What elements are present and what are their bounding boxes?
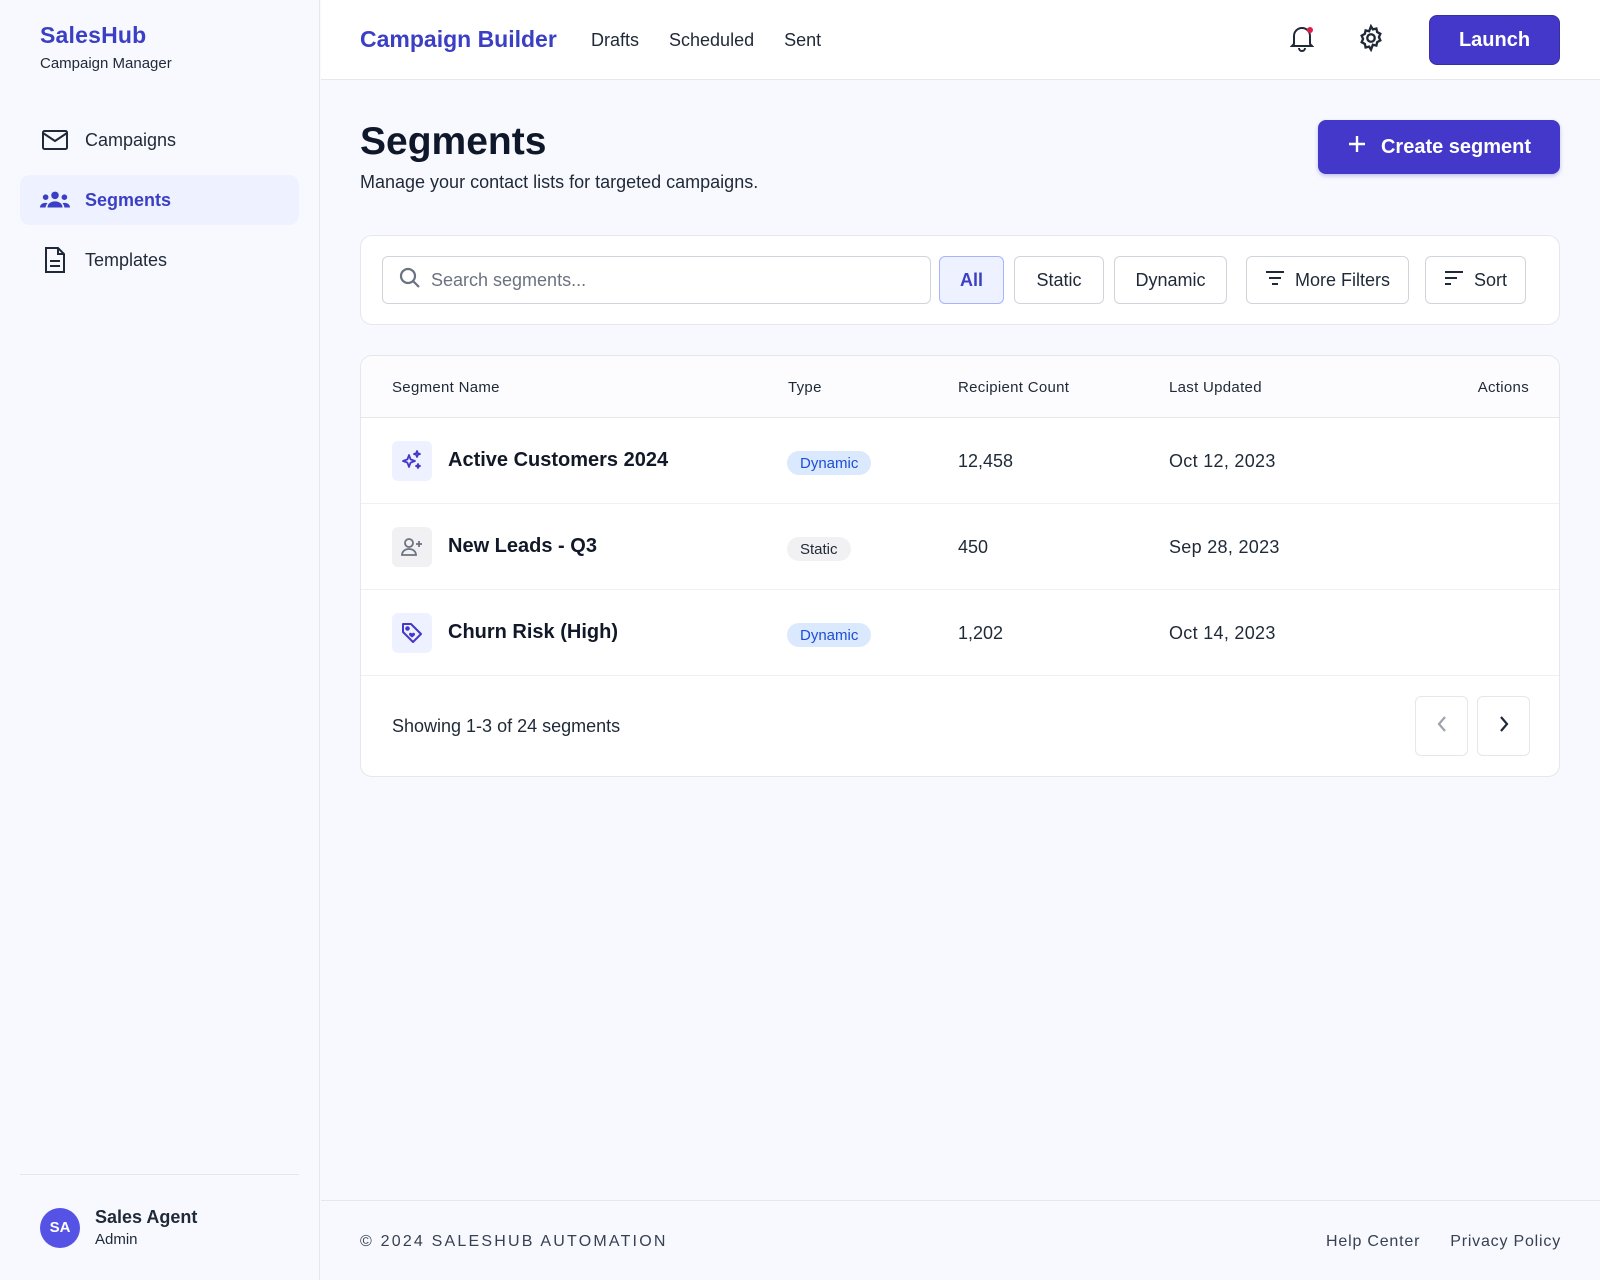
chevron-right-icon [1498,715,1510,738]
header-nav: Drafts Scheduled Sent [591,30,821,51]
last-updated: Sep 28, 2023 [1169,537,1280,557]
notifications-button[interactable] [1286,24,1318,56]
pagination-summary: Showing 1-3 of 24 segments [392,716,621,736]
users-icon [40,185,70,215]
sidebar-item-label: Templates [85,249,168,270]
nav-link-drafts[interactable]: Drafts [591,30,639,51]
page-footer: © 2024 SALESHUB AUTOMATION Help Center P… [321,1200,1600,1280]
tag-icon [392,613,432,653]
filter-dynamic[interactable]: Dynamic [1114,256,1227,304]
sidebar-item-label: Segments [85,189,172,210]
avatar: SA [40,1207,80,1248]
search-input[interactable] [431,269,911,291]
search-icon [399,267,421,294]
sort-icon [1444,270,1464,291]
column-header-recipient-count[interactable]: Recipient Count [958,379,1069,396]
sidebar: SalesHub Campaign Manager Campaigns Segm… [0,0,320,1280]
last-updated: Oct 14, 2023 [1169,623,1276,643]
launch-button[interactable]: Launch [1429,15,1560,65]
footer-links: Help Center Privacy Policy [1326,1233,1561,1251]
segment-name[interactable]: Churn Risk (High) [448,621,618,644]
sort-button[interactable]: Sort [1425,256,1526,304]
nav-link-sent[interactable]: Sent [784,30,821,51]
gear-icon [1357,23,1385,57]
privacy-policy-link[interactable]: Privacy Policy [1450,1233,1561,1251]
brand[interactable]: SalesHub Campaign Manager [40,22,172,72]
more-filters-button[interactable]: More Filters [1246,256,1409,304]
last-updated: Oct 12, 2023 [1169,451,1276,471]
filter-bar: All Static Dynamic More Filters Sort [360,235,1560,325]
recipient-count: 1,202 [958,623,1004,643]
type-badge: Dynamic [787,451,872,475]
filter-icon [1265,270,1285,291]
table-row[interactable]: Churn Risk (High) Dynamic 1,202 Oct 14, … [361,590,1559,676]
type-badge: Dynamic [787,623,872,647]
sidebar-item-campaigns[interactable]: Campaigns [20,115,299,165]
column-header-segment-name[interactable]: Segment Name [392,379,500,396]
column-header-actions: Actions [1477,379,1529,396]
recipient-count: 450 [958,537,989,557]
page-title: Segments [360,120,547,163]
user-role: Admin [95,1231,138,1248]
table-row[interactable]: Active Customers 2024 Dynamic 12,458 Oct… [361,418,1559,504]
filter-static[interactable]: Static [1014,256,1104,304]
settings-button[interactable] [1355,23,1387,57]
chevron-left-icon [1436,715,1448,738]
create-segment-label: Create segment [1380,135,1532,158]
sparkles-icon [392,441,432,481]
more-filters-label: More Filters [1294,269,1390,290]
header-title: Campaign Builder [360,26,557,52]
page-subtitle: Manage your contact lists for targeted c… [360,172,759,192]
nav-link-scheduled[interactable]: Scheduled [669,30,754,51]
filter-all[interactable]: All [939,256,1004,304]
table-row[interactable]: New Leads - Q3 Static 450 Sep 28, 2023 [361,504,1559,590]
user-profile[interactable]: SA Sales Agent Admin [20,1174,299,1248]
type-badge: Static [787,537,851,561]
copyright: © 2024 SALESHUB AUTOMATION [360,1233,668,1250]
user-plus-icon [392,527,432,567]
table-footer: Showing 1-3 of 24 segments [361,676,1559,776]
mail-icon [40,125,70,155]
recipient-count: 12,458 [958,451,1014,471]
top-header: Campaign Builder Drafts Scheduled Sent L… [321,0,1600,80]
brand-subtitle: Campaign Manager [40,55,172,72]
table-header: Segment Name Type Recipient Count Last U… [361,356,1559,418]
sort-label: Sort [1473,269,1507,290]
search-box[interactable] [382,256,931,304]
previous-page-button[interactable] [1415,696,1468,756]
segments-table: Segment Name Type Recipient Count Last U… [360,355,1560,777]
segment-name[interactable]: Active Customers 2024 [448,449,668,472]
sidebar-nav: Campaigns Segments Templates [20,115,299,295]
create-segment-button[interactable]: Create segment [1318,120,1560,174]
next-page-button[interactable] [1477,696,1530,756]
help-center-link[interactable]: Help Center [1326,1233,1420,1251]
user-name: Sales Agent [95,1207,198,1227]
brand-name: SalesHub [40,22,147,48]
column-header-last-updated[interactable]: Last Updated [1169,379,1262,396]
sidebar-item-segments[interactable]: Segments [20,175,299,225]
column-header-type[interactable]: Type [788,379,822,396]
document-icon [40,245,70,275]
segment-name[interactable]: New Leads - Q3 [448,535,597,558]
plus-icon [1347,134,1367,160]
sidebar-item-label: Campaigns [85,129,177,150]
sidebar-item-templates[interactable]: Templates [20,235,299,285]
notification-dot [1307,27,1313,33]
